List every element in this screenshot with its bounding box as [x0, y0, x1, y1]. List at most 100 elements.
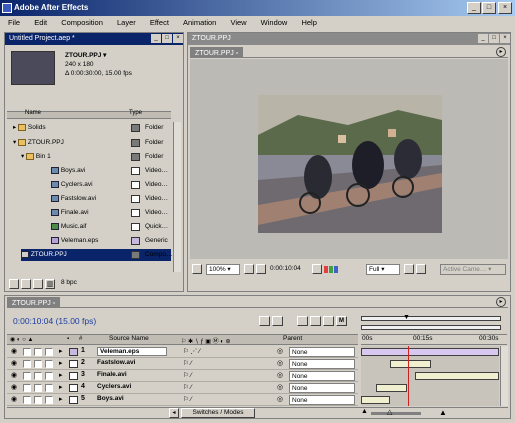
zoom-out-icon[interactable]: ▲ — [361, 408, 368, 415]
table-row[interactable]: ◉ ▸ 1 Veleman.eps ⚐ ⋰ ∕ ◎ None — [7, 346, 358, 358]
label-swatch[interactable] — [131, 124, 140, 132]
interpret-footage-button[interactable] — [9, 279, 19, 289]
comp-close-button[interactable]: × — [500, 34, 510, 43]
camera-icon[interactable] — [256, 264, 266, 274]
work-area-bar[interactable] — [361, 316, 501, 321]
zoom-slider-thumb[interactable]: △ — [387, 408, 392, 416]
new-folder-button[interactable] — [21, 279, 31, 289]
layer-duration-bar[interactable] — [414, 372, 499, 380]
transparency-grid-button[interactable] — [416, 264, 426, 274]
draft-3d-button[interactable] — [297, 316, 308, 326]
solo-toggle[interactable] — [34, 360, 42, 368]
snapshot-icon[interactable] — [312, 264, 322, 274]
zoom-slider[interactable] — [371, 412, 421, 415]
label-swatch[interactable] — [131, 251, 140, 259]
layer-switches[interactable]: ⚐ ∕ — [183, 383, 192, 391]
layer-label-swatch[interactable] — [69, 372, 78, 380]
pickwhip-icon[interactable]: ◎ — [277, 371, 283, 379]
minimize-button[interactable]: _ — [467, 2, 481, 14]
table-row[interactable]: ◉ ▸ 4 Cyclers.avi ⚐ ∕ ◎ None — [7, 382, 358, 394]
new-comp-button[interactable] — [33, 279, 43, 289]
layer-bars-area[interactable] — [361, 346, 499, 406]
expand-arrow-icon[interactable]: ▸ — [59, 371, 63, 379]
lock-toggle[interactable] — [45, 348, 53, 356]
eye-icon[interactable]: ◉ — [11, 359, 17, 367]
lock-toggle[interactable] — [45, 396, 53, 404]
channel-red[interactable] — [324, 266, 328, 273]
expand-arrow-icon[interactable]: ▸ — [59, 395, 63, 403]
pickwhip-icon[interactable]: ◎ — [277, 395, 283, 403]
pickwhip-icon[interactable]: ◎ — [277, 359, 283, 367]
panel-menu-icon[interactable]: ▸ — [496, 47, 506, 57]
camera-dropdown[interactable]: Active Came… ▾ — [440, 264, 506, 275]
list-item[interactable]: Veleman.eps — [51, 235, 98, 247]
comp-minimize-button[interactable]: _ — [478, 34, 488, 43]
layer-duration-bar[interactable] — [389, 360, 432, 368]
label-swatch[interactable] — [131, 237, 140, 245]
list-item[interactable]: Boys.avi — [51, 165, 85, 177]
parent-dropdown[interactable]: None — [289, 359, 355, 369]
layer-switches[interactable]: ⚐ ⋰ ∕ — [183, 347, 200, 355]
menu-composition[interactable]: Composition — [61, 18, 103, 27]
layer-name[interactable]: Cyclers.avi — [97, 383, 131, 390]
audio-toggle[interactable] — [23, 396, 31, 404]
eye-icon[interactable]: ◉ — [11, 383, 17, 391]
pickwhip-icon[interactable]: ◎ — [277, 383, 283, 391]
project-list-scrollbar[interactable] — [173, 122, 181, 272]
lock-toggle[interactable] — [45, 384, 53, 392]
list-item[interactable]: ▾ ZTOUR.PPJ — [13, 137, 64, 149]
audio-toggle[interactable] — [23, 372, 31, 380]
expand-arrow-icon[interactable]: ▸ — [59, 359, 63, 367]
menu-layer[interactable]: Layer — [117, 18, 136, 27]
layer-label-swatch[interactable] — [69, 396, 78, 404]
resolution-dropdown[interactable]: Full ▾ — [366, 264, 400, 275]
live-update-button[interactable] — [272, 316, 283, 326]
expand-arrow-icon[interactable]: ▸ — [59, 383, 63, 391]
layer-label-swatch[interactable] — [69, 348, 78, 356]
switches-modes-toggle[interactable]: Switches / Modes — [181, 408, 255, 418]
close-button[interactable]: × — [498, 2, 512, 14]
layer-name[interactable]: Fastslow.avi — [97, 359, 135, 366]
layer-duration-bar[interactable] — [361, 396, 390, 404]
safe-margins-button[interactable] — [192, 264, 202, 274]
audio-toggle[interactable] — [23, 360, 31, 368]
channel-blue[interactable] — [334, 266, 338, 273]
lock-toggle[interactable] — [45, 372, 53, 380]
layer-label-swatch[interactable] — [69, 384, 78, 392]
current-time-indicator[interactable] — [407, 346, 409, 406]
col-type-header[interactable]: Type — [129, 110, 142, 116]
label-swatch[interactable] — [131, 139, 140, 147]
layer-duration-bar[interactable] — [361, 348, 499, 356]
label-swatch[interactable] — [131, 209, 140, 217]
timeline-panel-menu-icon[interactable]: ▸ — [496, 297, 506, 307]
audio-toggle[interactable] — [23, 348, 31, 356]
label-swatch[interactable] — [131, 181, 140, 189]
solo-toggle[interactable] — [34, 372, 42, 380]
grid-button[interactable] — [244, 264, 254, 274]
table-row[interactable]: ◉ ▸ 3 Finale.avi ⚐ ∕ ◎ None — [7, 370, 358, 382]
zoom-dropdown[interactable]: 100% ▾ — [206, 264, 240, 275]
label-swatch[interactable] — [131, 195, 140, 203]
layer-switches[interactable]: ⚐ ∕ — [183, 371, 192, 379]
audio-toggle[interactable] — [23, 384, 31, 392]
list-item[interactable]: Cyclers.avi — [51, 179, 93, 191]
project-maximize-button[interactable]: □ — [162, 34, 172, 43]
layer-duration-bar[interactable] — [376, 384, 407, 392]
eye-icon[interactable]: ◉ — [11, 347, 17, 355]
list-item[interactable]: Fastslow.avi — [51, 193, 96, 205]
eye-icon[interactable]: ◉ — [11, 395, 17, 403]
time-ruler[interactable]: 00s 00:15s 00:30s — [361, 334, 507, 345]
label-swatch[interactable] — [131, 223, 140, 231]
comp-timecode[interactable]: 0:00:10:04 — [270, 265, 301, 272]
col-parent[interactable]: Parent — [283, 335, 302, 342]
tab-timeline[interactable]: ZTOUR.PPJ ▫ — [7, 297, 61, 308]
time-navigator[interactable]: ▼ — [361, 311, 501, 333]
layer-name[interactable]: Boys.avi — [97, 395, 124, 402]
comp-viewer[interactable] — [190, 59, 508, 259]
parent-dropdown[interactable]: None — [289, 395, 355, 405]
parent-dropdown[interactable]: None — [289, 383, 355, 393]
comp-mini-flowchart-button[interactable] — [259, 316, 270, 326]
menu-window[interactable]: Window — [261, 18, 288, 27]
table-row[interactable]: ◉ ▸ 5 Boys.avi ⚐ ∕ ◎ None — [7, 394, 358, 406]
maximize-button[interactable]: □ — [482, 2, 496, 14]
